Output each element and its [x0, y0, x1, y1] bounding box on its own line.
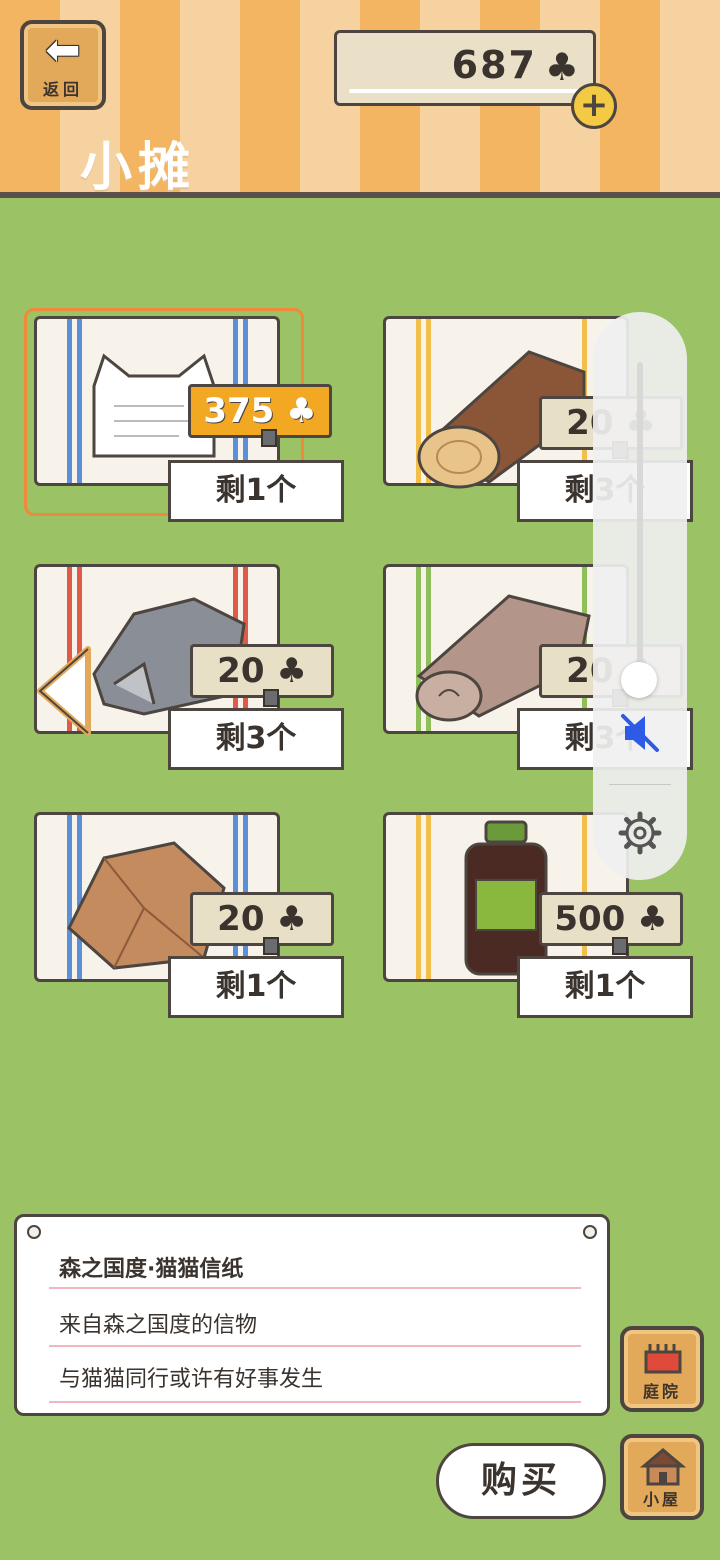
back-button[interactable]: ⬅ 返回	[20, 20, 106, 110]
stock-label: 剩1个	[517, 956, 693, 1018]
price-value: 20	[217, 651, 265, 691]
price-tag: 500 ♣	[539, 892, 683, 955]
clover-icon: ♣	[264, 899, 307, 939]
item-description-line-2: 与猫猫同行或许有好事发生	[59, 1367, 324, 1392]
stock-label: 剩1个	[168, 460, 344, 522]
clover-icon: ♣	[544, 45, 579, 89]
mute-icon[interactable]	[617, 710, 663, 756]
plus-icon: +	[579, 85, 609, 125]
price-tag: 20 ♣	[190, 892, 334, 955]
price-tag: 375 ♣	[188, 384, 332, 447]
currency-bar-highlight	[349, 89, 579, 93]
house-button[interactable]: 小屋	[620, 1434, 704, 1520]
clover-icon: ♣	[625, 899, 668, 939]
add-currency-button[interactable]: +	[571, 83, 617, 129]
price-value: 500	[554, 899, 626, 939]
volume-panel	[593, 312, 687, 880]
item-description-board: 森之国度·猫猫信纸 来自森之国度的信物 与猫猫同行或许有好事发生	[14, 1214, 610, 1416]
stock-label: 剩1个	[168, 956, 344, 1018]
price-value: 375	[203, 391, 275, 431]
tag-pin	[612, 937, 628, 955]
tag-pin	[263, 937, 279, 955]
back-button-label: 返回	[42, 80, 83, 99]
yard-button-label: 庭院	[642, 1382, 681, 1401]
item-name: 森之国度·猫猫信纸	[59, 1257, 244, 1282]
house-icon	[640, 1448, 686, 1486]
currency-display: 687 ♣	[334, 30, 596, 106]
back-arrow-icon: ⬅	[45, 25, 81, 74]
clover-icon: ♣	[274, 391, 317, 431]
yard-button[interactable]: 庭院	[620, 1326, 704, 1412]
ruled-line	[49, 1401, 581, 1403]
house-button-label: 小屋	[642, 1490, 681, 1509]
price-value: 20	[217, 899, 265, 939]
volume-slider-knob[interactable]	[621, 662, 657, 698]
tag-pin	[263, 689, 279, 707]
stock-label: 剩3个	[168, 708, 344, 770]
item-description-line-1: 来自森之国度的信物	[59, 1313, 258, 1338]
settings-gear-icon[interactable]	[617, 810, 663, 856]
shop-item-paper-bag[interactable]: 20 ♣ 剩1个	[34, 812, 344, 1018]
page-title: 小摊	[80, 138, 197, 198]
tag-pin	[261, 429, 277, 447]
buy-button[interactable]: 购买	[436, 1443, 606, 1519]
board-nail	[583, 1225, 597, 1239]
ruled-line	[49, 1287, 581, 1289]
yard-icon	[644, 1344, 682, 1374]
volume-panel-divider	[609, 784, 671, 785]
shop-item-cat-letter-paper[interactable]: 375 ♣ 剩1个	[24, 308, 344, 522]
volume-slider-track[interactable]	[637, 362, 643, 692]
ruled-line	[49, 1345, 581, 1347]
clover-icon: ♣	[264, 651, 307, 691]
board-nail	[27, 1225, 41, 1239]
price-tag: 20 ♣	[190, 644, 334, 707]
currency-amount: 687	[451, 43, 537, 87]
previous-page-arrow-icon[interactable]	[36, 645, 94, 737]
